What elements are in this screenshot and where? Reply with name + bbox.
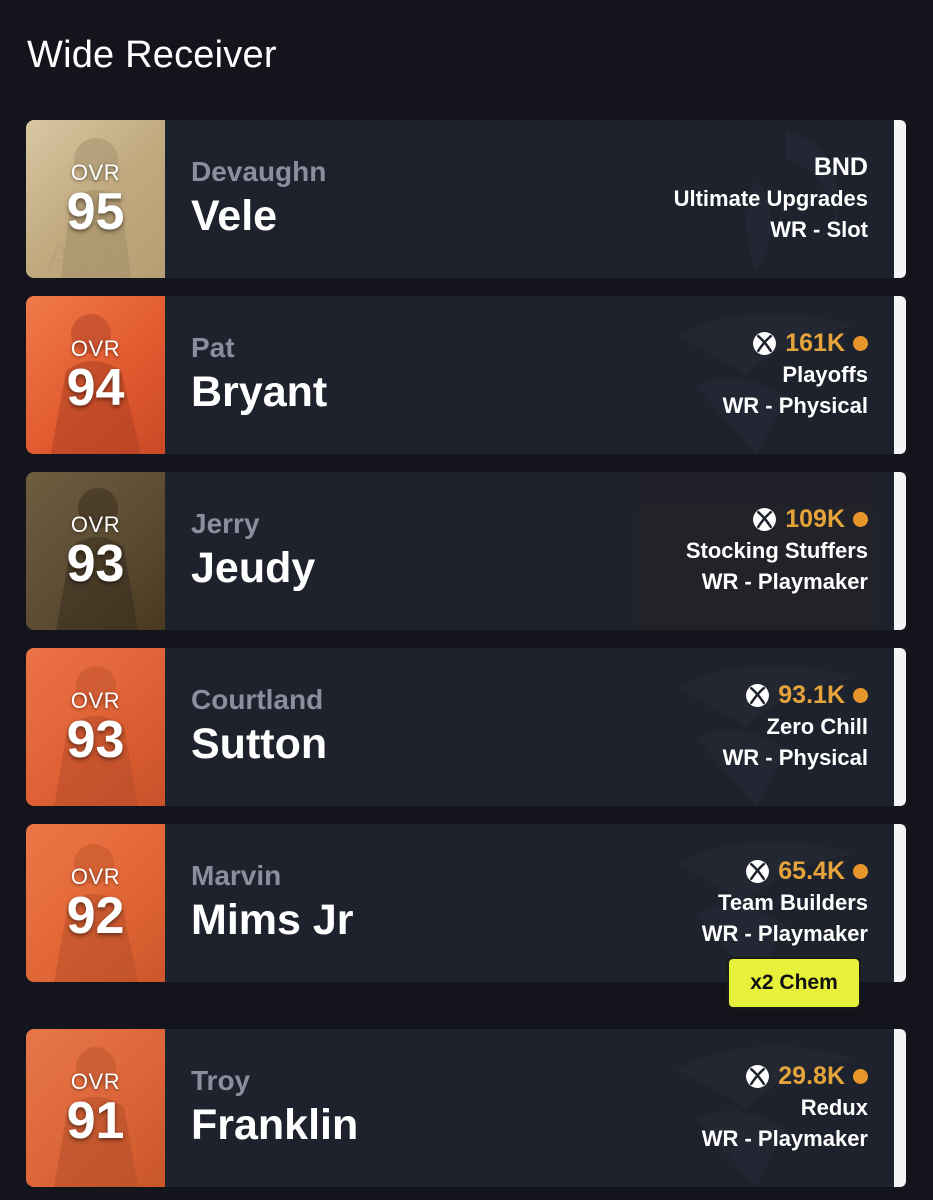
player-card-art: OVR 91 (26, 1029, 165, 1187)
player-card-art: OVR 93 (26, 472, 165, 630)
price-value: 93.1K (778, 681, 845, 709)
archetype: WR - Playmaker (701, 569, 868, 594)
player-first-name: Troy (191, 1065, 251, 1096)
coin-icon (853, 336, 868, 351)
bound-status: BND (813, 153, 868, 181)
player-card-art: ANT OVR 95 (26, 120, 165, 278)
program-name: Redux (800, 1095, 868, 1120)
player-card-bryant[interactable]: OVR 94 Pat Bryant 161K Playoffs WR - Phy… (26, 296, 906, 454)
player-first-name: Marvin (191, 860, 282, 891)
price-row: 65.4K (702, 856, 868, 887)
player-meta: 65.4K Team Builders WR - Playmaker (702, 856, 868, 949)
player-card-vele[interactable]: ANT OVR 95 Devaughn Vele BND Ultimate Up… (26, 120, 906, 278)
archetype: WR - Slot (770, 217, 868, 242)
price-value: 161K (785, 329, 845, 357)
player-last-name: Bryant (191, 368, 328, 416)
program-name: Stocking Stuffers (685, 538, 868, 563)
ovr-rating: 93 (66, 535, 125, 593)
program-name: Team Builders (718, 890, 868, 915)
coin-icon (853, 864, 868, 879)
player-last-name: Mims Jr (191, 896, 354, 944)
player-card-art: OVR 92 (26, 824, 165, 982)
chem-badge: x2 Chem (727, 957, 861, 1009)
section-title: Wide Receiver (27, 34, 277, 76)
price-row: 161K (723, 328, 868, 359)
ovr-rating: 93 (66, 711, 125, 769)
player-card-sutton[interactable]: OVR 93 Courtland Sutton 93.1K Zero Chill… (26, 648, 906, 806)
ovr-rating: 92 (66, 887, 125, 945)
coin-icon (853, 1069, 868, 1084)
player-meta: BND Ultimate Upgrades WR - Slot (674, 152, 868, 245)
xbox-icon (753, 332, 777, 355)
player-last-name: Franklin (191, 1101, 359, 1149)
price-row: 93.1K (723, 680, 868, 711)
price-value: 65.4K (778, 857, 845, 885)
player-first-name: Jerry (191, 508, 260, 539)
coin-icon (853, 512, 868, 527)
player-meta: 109K Stocking Stuffers WR - Playmaker (686, 504, 868, 597)
ovr-rating: 91 (66, 1092, 125, 1150)
archetype: WR - Playmaker (701, 1126, 868, 1151)
player-card-art: OVR 93 (26, 648, 165, 806)
player-first-name: Pat (191, 332, 235, 363)
price-row: 109K (686, 504, 868, 535)
player-first-name: Courtland (191, 684, 324, 715)
program-name: Playoffs (782, 362, 868, 387)
xbox-icon (746, 860, 770, 883)
player-meta: 93.1K Zero Chill WR - Physical (723, 680, 868, 773)
price-value: 29.8K (778, 1062, 845, 1090)
player-card-jeudy[interactable]: OVR 93 Jerry Jeudy 109K Stocking Stuffer… (26, 472, 906, 630)
player-card-art: OVR 94 (26, 296, 165, 454)
player-meta: 161K Playoffs WR - Physical (723, 328, 868, 421)
xbox-icon (753, 508, 777, 531)
player-card-franklin[interactable]: OVR 91 Troy Franklin 29.8K Redux WR - Pl… (26, 1029, 906, 1187)
xbox-icon (746, 1065, 770, 1088)
archetype: WR - Physical (722, 745, 868, 770)
price-row: 29.8K (702, 1061, 868, 1092)
xbox-icon (746, 684, 770, 707)
archetype: WR - Playmaker (701, 921, 868, 946)
player-first-name: Devaughn (191, 156, 327, 187)
ovr-rating: 94 (66, 359, 125, 417)
coin-icon (853, 688, 868, 703)
program-name: Ultimate Upgrades (673, 186, 868, 211)
player-last-name: Jeudy (191, 544, 316, 592)
player-last-name: Sutton (191, 720, 328, 768)
player-list-page: Wide Receiver ANT OVR 95 Devaughn Vele B… (0, 0, 933, 1200)
price-value: 109K (785, 505, 845, 533)
player-meta: 29.8K Redux WR - Playmaker (702, 1061, 868, 1154)
program-name: Zero Chill (766, 714, 868, 739)
ovr-rating: 95 (66, 183, 125, 241)
archetype: WR - Physical (722, 393, 868, 418)
player-last-name: Vele (191, 192, 278, 240)
